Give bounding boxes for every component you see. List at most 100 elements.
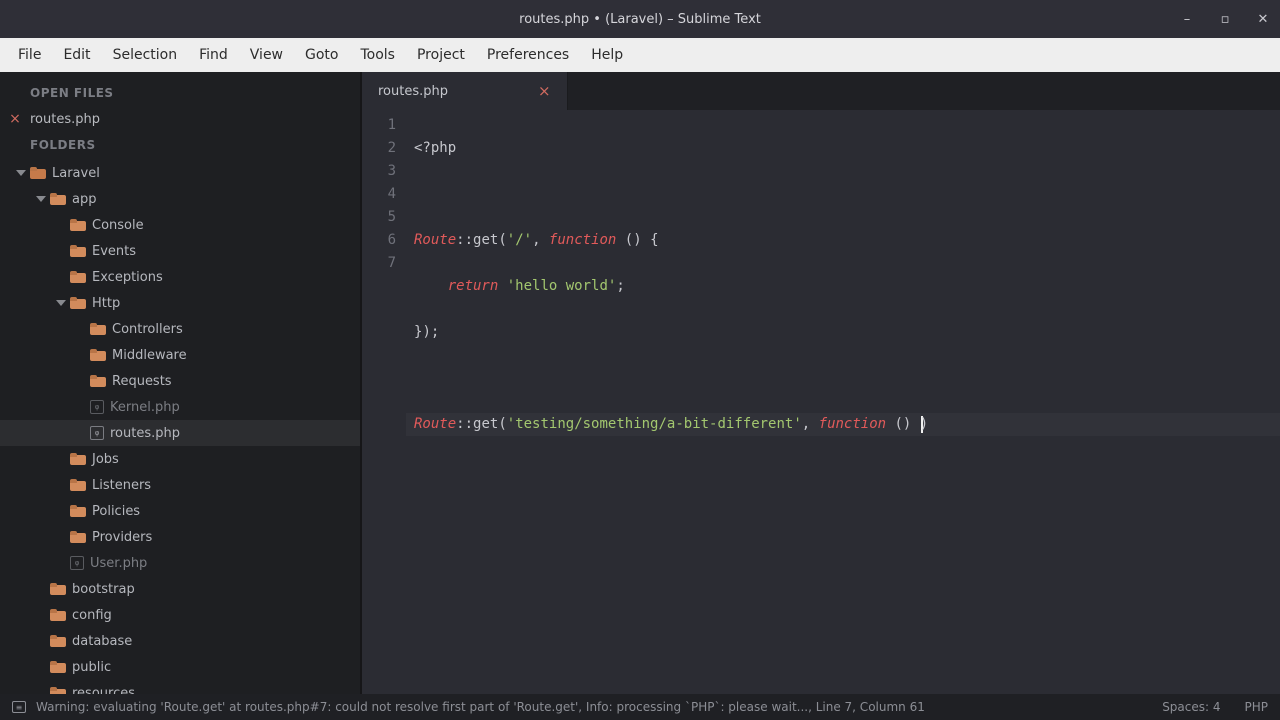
folder-item[interactable]: config (0, 602, 360, 628)
folder-item[interactable]: Jobs (0, 446, 360, 472)
folder-item[interactable]: Providers (0, 524, 360, 550)
menu-find[interactable]: Find (189, 43, 238, 67)
window-controls: – ▫ ✕ (1176, 0, 1274, 38)
item-label: Kernel.php (110, 400, 180, 415)
item-label: Listeners (92, 478, 151, 493)
folder-item[interactable]: resources (0, 680, 360, 694)
folder-tree[interactable]: Laravel app Console Events Exceptions HttpCon… (0, 158, 360, 694)
tab-label: routes.php (378, 84, 448, 99)
item-label: Events (92, 244, 136, 259)
t: return (448, 278, 499, 294)
folder-item[interactable]: Listeners (0, 472, 360, 498)
line-gutter: 1234567 (362, 110, 406, 694)
t: hello world (515, 278, 608, 294)
t (414, 278, 448, 294)
menu-help[interactable]: Help (581, 43, 633, 67)
minimize-button[interactable]: – (1176, 12, 1198, 27)
item-label: config (72, 608, 112, 623)
t: Route (414, 232, 456, 248)
t: ; (616, 278, 624, 294)
line-number: 2 (362, 137, 396, 160)
t: testing/something/a-bit-different (515, 416, 793, 432)
line-number: 1 (362, 114, 396, 137)
menu-view[interactable]: View (240, 43, 293, 67)
t: :: (456, 416, 473, 432)
t: ); (422, 324, 439, 340)
open-files-label: OPEN FILES (0, 80, 360, 106)
close-icon[interactable]: × (8, 111, 22, 127)
item-label: Laravel (52, 166, 100, 181)
item-label: database (72, 634, 132, 649)
t: () (886, 416, 920, 432)
sidebar: OPEN FILES × routes.php FOLDERS Laravela… (0, 72, 362, 694)
folder-item[interactable]: Middleware (0, 342, 360, 368)
folder-item[interactable]: app (0, 186, 360, 212)
item-label: User.php (90, 556, 147, 571)
t: ' (507, 416, 515, 432)
folder-icon (70, 271, 86, 283)
titlebar: routes.php • (Laravel) – Sublime Text – … (0, 0, 1280, 38)
t: () (616, 232, 650, 248)
folder-item[interactable]: Laravel (0, 160, 360, 186)
folder-item[interactable]: Events (0, 238, 360, 264)
chevron-down-icon (16, 168, 26, 178)
item-label: Exceptions (92, 270, 163, 285)
folder-icon (50, 687, 66, 694)
file-item[interactable]: φ User.php (0, 550, 360, 576)
folder-item[interactable]: Http (0, 290, 360, 316)
t: ( (498, 416, 506, 432)
t: ) (920, 416, 928, 432)
line-number: 7 (362, 252, 396, 275)
file-item[interactable]: φKernel.php (0, 394, 360, 420)
folder-item[interactable]: public (0, 654, 360, 680)
php-file-icon: φ (70, 556, 84, 570)
php-file-icon: φ (90, 426, 104, 440)
line-number: 5 (362, 206, 396, 229)
t: function (819, 416, 886, 432)
item-label: Jobs (92, 452, 119, 467)
code-area[interactable]: 1234567 <?php Route::get('/', function (… (362, 110, 1280, 694)
item-label: Middleware (112, 348, 187, 363)
folder-item[interactable]: bootstrap (0, 576, 360, 602)
item-label: Policies (92, 504, 140, 519)
tab-close-icon[interactable]: × (538, 82, 551, 100)
status-message: Warning: evaluating 'Route.get' at route… (36, 700, 1152, 714)
folder-icon (30, 167, 46, 179)
folder-item[interactable]: Exceptions (0, 264, 360, 290)
lang-indicator[interactable]: PHP (1245, 700, 1269, 714)
menu-goto[interactable]: Goto (295, 43, 348, 67)
spaces-indicator[interactable]: Spaces: 4 (1162, 700, 1220, 714)
folder-icon (50, 193, 66, 205)
menu-file[interactable]: File (8, 43, 51, 67)
tab-routes[interactable]: routes.php × (362, 72, 568, 110)
t: ' (507, 232, 515, 248)
chevron-down-icon (56, 298, 66, 308)
folder-item[interactable]: Console (0, 212, 360, 238)
item-label: app (72, 192, 96, 207)
file-item[interactable]: φroutes.php (0, 420, 360, 446)
t (498, 278, 506, 294)
line-number: 4 (362, 183, 396, 206)
t: ' (793, 416, 801, 432)
folder-icon (90, 349, 106, 361)
menu-edit[interactable]: Edit (53, 43, 100, 67)
t: , (802, 416, 819, 432)
menu-selection[interactable]: Selection (103, 43, 188, 67)
open-file-item[interactable]: × routes.php (0, 106, 360, 132)
console-icon[interactable]: ≡ (12, 701, 26, 713)
menu-project[interactable]: Project (407, 43, 475, 67)
t: get (473, 232, 498, 248)
menu-tools[interactable]: Tools (350, 43, 405, 67)
folder-item[interactable]: Controllers (0, 316, 360, 342)
folder-icon (70, 505, 86, 517)
folder-icon (70, 479, 86, 491)
folder-item[interactable]: database (0, 628, 360, 654)
menu-preferences[interactable]: Preferences (477, 43, 579, 67)
folder-item[interactable]: Policies (0, 498, 360, 524)
maximize-button[interactable]: ▫ (1214, 12, 1236, 27)
folder-icon (50, 583, 66, 595)
close-button[interactable]: ✕ (1252, 12, 1274, 27)
code-text[interactable]: <?php Route::get('/', function () { retu… (406, 110, 1280, 694)
folder-item[interactable]: Requests (0, 368, 360, 394)
folder-icon (70, 245, 86, 257)
